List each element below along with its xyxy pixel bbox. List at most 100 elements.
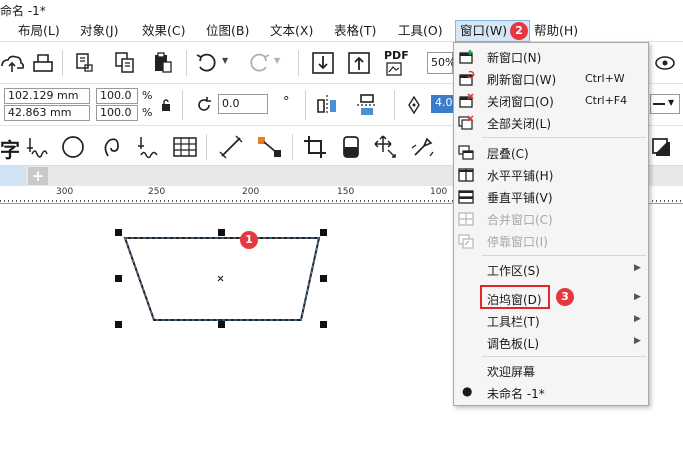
menu-item-tile-vertical[interactable]: 垂直平铺(V)	[454, 186, 648, 208]
move-tool-icon[interactable]	[372, 134, 398, 160]
menu-item-label: 关闭窗口(O)	[487, 95, 554, 109]
trapezoid-shape[interactable]	[123, 237, 321, 321]
toolbar-separator	[62, 50, 63, 76]
pdf-label: PDF	[384, 49, 409, 62]
close-window-icon	[459, 93, 474, 108]
window-title: 命名 -1*	[0, 4, 46, 18]
dimension-tool-icon[interactable]	[218, 134, 244, 160]
menu-item-close-all[interactable]: 全部关闭(L)	[454, 112, 648, 134]
paste-icon[interactable]	[150, 50, 176, 76]
menu-item-shortcut: Ctrl+W	[585, 72, 625, 85]
menu-separator	[482, 255, 646, 256]
upload-icon[interactable]	[0, 50, 26, 76]
connector-tool-icon[interactable]	[256, 134, 282, 160]
import-arrow-icon[interactable]	[310, 50, 336, 76]
tile-vertical-icon	[458, 190, 474, 204]
freehand-tool-icon[interactable]	[136, 134, 162, 160]
submenu-arrow-icon: ▶	[634, 314, 641, 324]
undo-icon[interactable]	[194, 50, 220, 76]
submenu-arrow-icon: ▶	[634, 336, 641, 346]
ruler-label: 200	[242, 187, 260, 197]
toolbar-separator	[182, 90, 183, 120]
checked-bullet-icon: ●	[462, 384, 473, 398]
menu-item-welcome-screen[interactable]: 欢迎屏幕	[454, 360, 648, 382]
copy-icon[interactable]	[112, 50, 138, 76]
menu-item-label: 未命名 -1*	[487, 387, 545, 401]
menu-item-shortcut: Ctrl+F4	[585, 94, 628, 107]
toolbar-separator	[206, 134, 207, 160]
outline-width-input[interactable]: 4.0	[431, 95, 453, 113]
shadow-tool-icon[interactable]	[648, 134, 674, 160]
menu-item-workspace[interactable]: 工作区(S) ▶	[454, 259, 648, 281]
pdf-icon	[386, 62, 402, 76]
spiral-tool-icon[interactable]	[98, 134, 124, 160]
ruler-label: 300	[56, 187, 74, 197]
scale-width-input[interactable]: 100.0	[96, 88, 138, 104]
dockers-highlight-box	[480, 285, 550, 309]
menu-text[interactable]: 文本(X)	[266, 20, 317, 42]
menu-help[interactable]: 帮助(H)	[530, 20, 582, 42]
menu-tools[interactable]: 工具(O)	[394, 20, 447, 42]
document-tab[interactable]	[0, 166, 26, 186]
add-document-tab-button[interactable]: +	[28, 167, 48, 185]
percent-unit: %	[142, 106, 153, 119]
ellipse-tool-icon[interactable]	[60, 134, 86, 160]
menu-item-refresh-window[interactable]: 刷新窗口(W) Ctrl+W	[454, 68, 648, 90]
menu-table[interactable]: 表格(T)	[330, 20, 380, 42]
menu-item-label: 工具栏(T)	[487, 315, 540, 329]
x-position-input[interactable]: 102.129 mm	[4, 88, 90, 104]
eraser-tool-icon[interactable]	[338, 134, 364, 160]
table-tool-icon[interactable]	[172, 134, 198, 160]
redo-icon[interactable]	[246, 50, 272, 76]
undo-dropdown-icon[interactable]: ▼	[222, 56, 228, 65]
menu-item-document-untitled[interactable]: ● 未命名 -1*	[454, 382, 648, 404]
menu-effects[interactable]: 效果(C)	[138, 20, 189, 42]
menu-item-new-window[interactable]: 新窗口(N)	[454, 46, 648, 68]
import-icon[interactable]	[72, 50, 98, 76]
menu-item-label: 欢迎屏幕	[487, 365, 536, 379]
toolbar-separator	[394, 90, 395, 120]
combine-window-icon	[458, 212, 474, 226]
pen-nib-icon	[408, 96, 420, 114]
menu-item-label: 刷新窗口(W)	[487, 73, 557, 87]
y-position-input[interactable]: 42.863 mm	[4, 105, 90, 121]
menu-item-toolbars[interactable]: 工具栏(T) ▶	[454, 310, 648, 332]
tile-horizontal-icon	[458, 168, 474, 182]
redo-dropdown-icon[interactable]: ▼	[274, 56, 280, 65]
menu-item-label: 垂直平铺(V)	[487, 191, 553, 205]
toolbar-separator	[298, 50, 299, 76]
menu-item-close-window[interactable]: 关闭窗口(O) Ctrl+F4	[454, 90, 648, 112]
menu-layout[interactable]: 布局(L)	[14, 20, 64, 42]
dock-window-icon	[458, 234, 474, 249]
menu-bitmaps[interactable]: 位图(B)	[202, 20, 253, 42]
refresh-window-icon	[459, 71, 475, 86]
menu-item-cascade[interactable]: 层叠(C)	[454, 142, 648, 164]
menu-item-label: 水平平铺(H)	[487, 169, 554, 183]
menu-item-label: 层叠(C)	[487, 147, 529, 161]
window-menu-dropdown: 新窗口(N) 刷新窗口(W) Ctrl+W 关闭窗口(O) Ctrl+F4 全部…	[453, 42, 649, 406]
zoom-level-input[interactable]: 50%	[427, 52, 455, 74]
print-icon[interactable]	[30, 50, 56, 76]
menu-item-tile-horizontal[interactable]: 水平平铺(H)	[454, 164, 648, 186]
menu-object[interactable]: 对象(J)	[76, 20, 122, 42]
menu-item-label: 合并窗口(C)	[487, 213, 553, 227]
mirror-horizontal-icon[interactable]	[314, 92, 340, 118]
chevron-down-icon: ▼	[668, 98, 675, 107]
export-arrow-icon[interactable]	[346, 50, 372, 76]
ruler-label: 100	[430, 187, 448, 197]
text-tool-icon[interactable]: 字	[0, 134, 20, 163]
crop-tool-icon[interactable]	[302, 134, 328, 160]
step-badge-1: 1	[240, 231, 258, 249]
rotation-input[interactable]: 0.0	[218, 94, 268, 114]
title-bar: 命名 -1*	[0, 0, 683, 20]
line-style-dropdown[interactable]: ▼	[650, 94, 680, 114]
export-pdf-button[interactable]: PDF	[382, 49, 412, 79]
mirror-vertical-icon[interactable]	[354, 92, 380, 118]
menu-item-color-palettes[interactable]: 调色板(L) ▶	[454, 332, 648, 354]
lock-ratio-icon[interactable]	[160, 98, 172, 112]
eyedropper-tool-icon[interactable]	[410, 134, 436, 160]
scale-height-input[interactable]: 100.0	[96, 105, 138, 121]
artistic-media-icon[interactable]	[26, 134, 52, 160]
view-icon[interactable]	[652, 50, 678, 76]
menu-bar: 布局(L) 对象(J) 效果(C) 位图(B) 文本(X) 表格(T) 工具(O…	[0, 20, 683, 42]
